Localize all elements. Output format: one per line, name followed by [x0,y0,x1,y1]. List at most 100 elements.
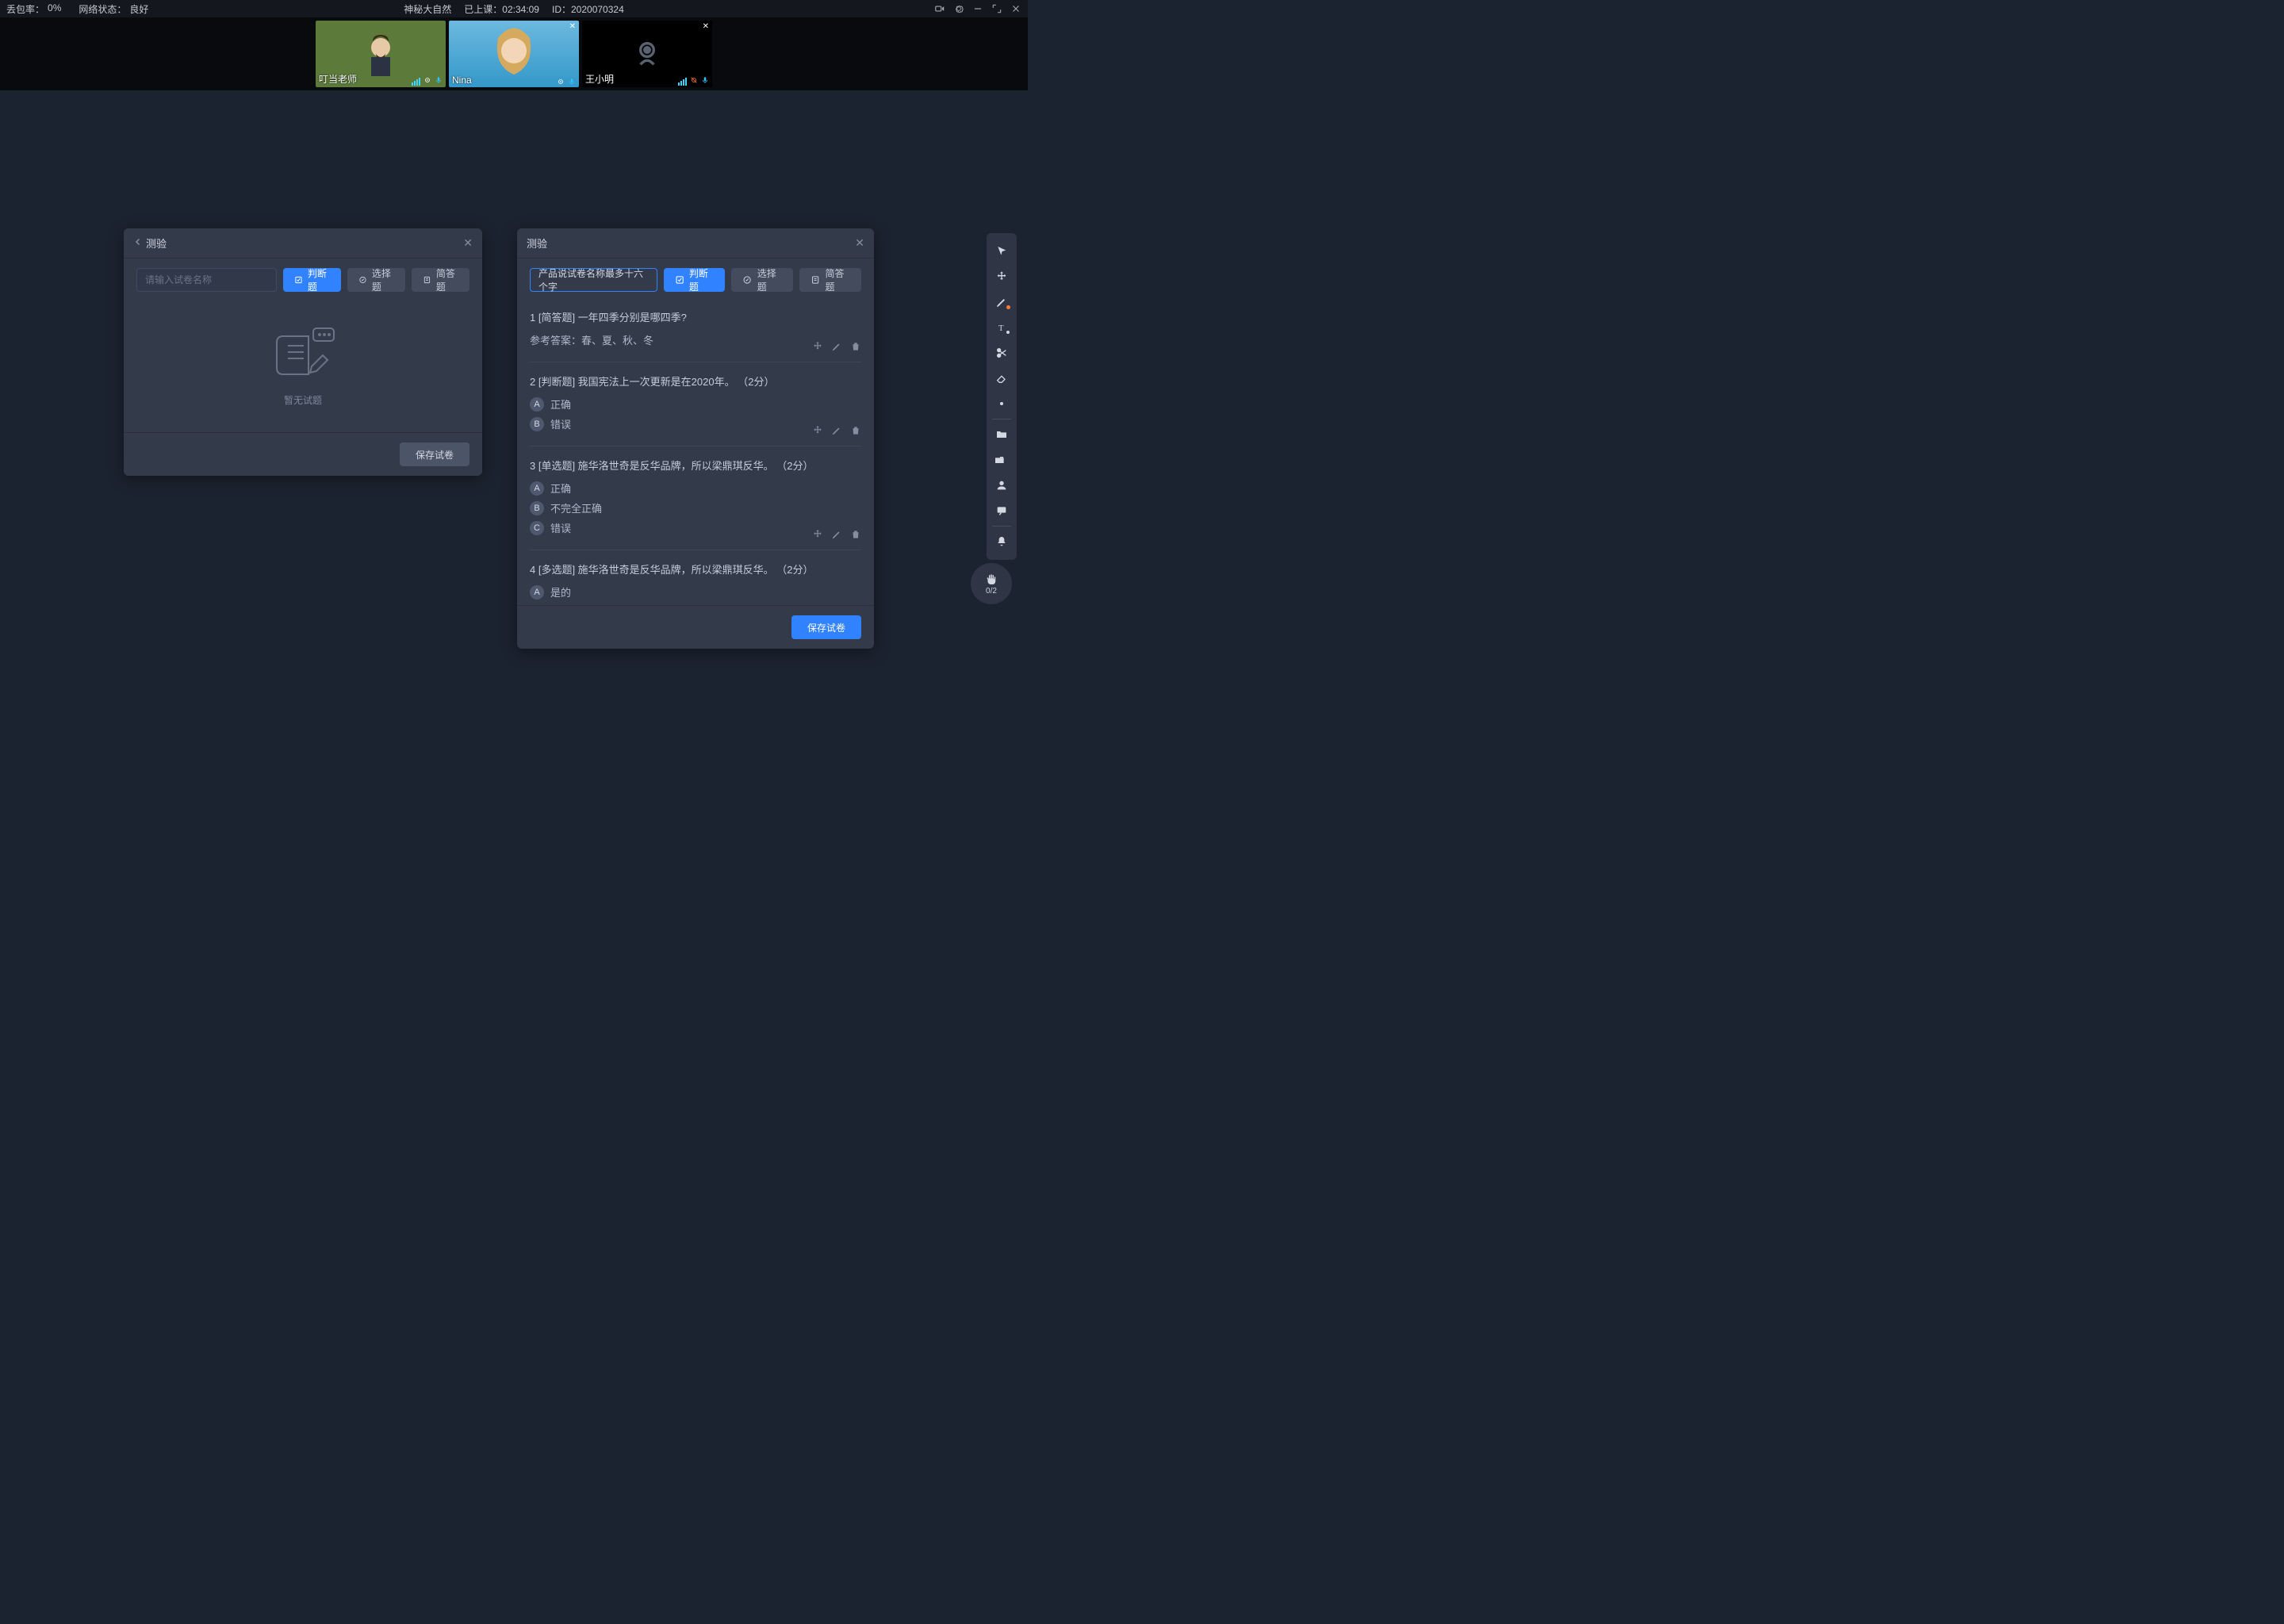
tool-laser[interactable] [988,392,1015,416]
option-text: 不完全正确 [550,500,602,515]
topbar-right [934,3,1021,14]
option-letter: B [530,417,544,431]
save-button[interactable]: 保存试卷 [791,615,861,639]
right-toolbar: T [987,233,1017,560]
question-option[interactable]: A正确 [530,481,861,496]
mic-icon [701,76,709,84]
video-tile-icons [678,75,709,86]
option-letter: A [530,585,544,599]
edit-icon[interactable] [831,425,842,436]
video-name: 叮当老师 [319,72,357,86]
tool-move[interactable] [988,265,1015,289]
question-title: 1 [简答题] 一年四季分别是哪四季? [530,309,861,324]
id-val: 2020070324 [571,4,624,15]
quiz-name-badge[interactable]: 产品说试卷名称最多十六个字 [530,268,657,292]
video-tile-student-1[interactable]: ✕ Nina [449,21,579,87]
dialog-body: 暂无试题 [124,298,482,432]
signal-bars-icon [412,75,420,86]
video-tile-student-2[interactable]: ✕ 王小明 [582,21,712,87]
close-icon[interactable]: ✕ [463,236,473,250]
course-title: 神秘大自然 [404,2,451,16]
empty-text: 暂无试题 [284,393,322,407]
tool-folder[interactable] [988,423,1015,446]
camera-icon [557,78,565,86]
mic-icon [568,78,576,86]
video-name: 王小明 [585,72,614,86]
option-letter: A [530,397,544,412]
edit-icon[interactable] [831,341,842,352]
delete-icon[interactable] [850,425,861,436]
tool-user[interactable] [988,473,1015,497]
back-icon[interactable] [133,237,143,249]
delete-icon[interactable] [850,529,861,540]
tool-pointer[interactable] [988,239,1015,263]
camera-muted-icon [690,76,698,84]
move-icon[interactable] [812,425,823,436]
tab-shortanswer[interactable]: 简答题 [799,268,861,292]
video-tile-teacher[interactable]: 叮当老师 [316,21,446,87]
avatar-icon [482,22,546,86]
save-button[interactable]: 保存试卷 [400,442,469,466]
question-actions [812,425,861,436]
video-name: Nina [452,75,472,86]
dialog-tools: 判断题 选择题 简答题 [124,259,482,298]
question-title: 2 [判断题] 我国宪法上一次更新是在2020年。 （2分） [530,373,861,389]
gear-icon[interactable] [953,3,964,14]
question-option[interactable]: A 正确 [530,396,861,412]
empty-illustration-icon [267,327,339,382]
camera-off-icon [631,38,663,70]
tab-choice[interactable]: 选择题 [731,268,793,292]
question-option[interactable]: B不完全正确 [530,604,861,605]
svg-text:T: T [998,324,1004,333]
question-option[interactable]: A 是的 [530,584,861,599]
tool-scissors[interactable] [988,341,1015,365]
quiz-name-input[interactable] [136,268,277,292]
topbar-left: 丢包率： 0% 网络状态： 良好 [6,2,148,16]
option-text: 正确 [550,396,571,412]
delete-icon[interactable] [850,341,861,352]
question-option[interactable]: B不完全正确 [530,500,861,515]
close-icon[interactable] [1010,3,1021,14]
tab-choice[interactable]: 选择题 [347,268,405,292]
maximize-icon[interactable] [991,3,1002,14]
option-text: 正确 [550,481,571,496]
question-block: 4 [多选题] 施华洛世奇是反华品牌，所以梁鼎琪反华。 （2分）A是的B不完全正… [530,550,861,605]
video-close-icon[interactable]: ✕ [703,22,709,31]
raise-hand-count: 0/2 [986,587,997,596]
dialog-footer: 保存试卷 [517,605,874,649]
minimize-icon[interactable] [972,3,983,14]
question-actions [812,529,861,540]
raise-hand-button[interactable]: 0/2 [971,563,1012,604]
tool-pen[interactable] [988,290,1015,314]
option-text: 错误 [550,416,571,431]
tab-judge[interactable]: 判断题 [664,268,726,292]
tab-judge[interactable]: 判断题 [283,268,341,292]
camera-switch-icon[interactable] [934,3,945,14]
dialog-tools: 产品说试卷名称最多十六个字 判断题 选择题 简答题 [517,259,874,298]
video-tile-icons [412,75,443,86]
question-block: 3 [单选题] 施华洛世奇是反华品牌，所以梁鼎琪反华。 （2分） A正确 B不完全正… [530,446,861,550]
option-letter: C [530,521,544,535]
dialog-header: 测验 ✕ [124,228,482,259]
tool-chat[interactable] [988,499,1015,523]
tool-eraser[interactable] [988,366,1015,390]
tool-text[interactable]: T [988,316,1015,339]
question-actions [812,341,861,352]
loss-val: 0% [48,2,61,16]
close-icon[interactable]: ✕ [855,236,864,250]
video-close-icon[interactable]: ✕ [569,22,576,31]
net-val: 良好 [129,2,148,16]
avatar-icon [357,30,404,78]
option-text: 是的 [550,584,571,599]
tab-shortanswer[interactable]: 简答题 [412,268,469,292]
loss-label: 丢包率： [6,2,44,16]
option-text: 错误 [550,520,571,535]
edit-icon[interactable] [831,529,842,540]
quiz-dialog-filled: 测验 ✕ 产品说试卷名称最多十六个字 判断题 选择题 简答题 1 [简答题] 一… [517,228,874,649]
tool-bell[interactable] [988,530,1015,553]
move-icon[interactable] [812,529,823,540]
move-icon[interactable] [812,341,823,352]
quiz-dialog-empty: 测验 ✕ 判断题 选择题 简答题 [124,228,482,476]
tool-toolbox[interactable] [988,448,1015,472]
question-title: 3 [单选题] 施华洛世奇是反华品牌，所以梁鼎琪反华。 （2分） [530,458,861,473]
